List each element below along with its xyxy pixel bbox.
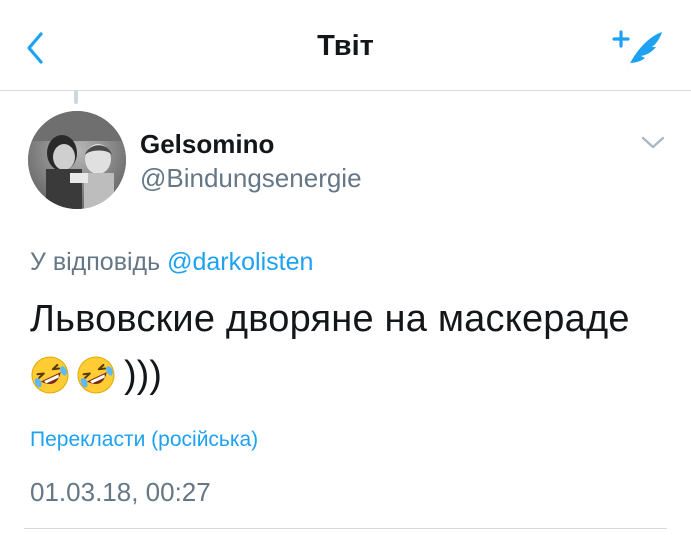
reply-mention-link[interactable]: @darkolisten [167,248,313,276]
reply-prefix: У відповідь [30,248,161,276]
tweet-menu-button[interactable] [640,133,666,153]
rolling-on-floor-laughing-emoji [77,356,115,394]
divider [24,528,667,529]
tweet-timestamp: 01.03.18, 00:27 [30,477,211,507]
back-button[interactable] [22,28,52,68]
page-title: Твіт [317,30,374,62]
rolling-on-floor-laughing-emoji [31,356,69,394]
chevron-left-icon [27,32,43,64]
author-display-name[interactable]: Gelsomino [140,129,274,160]
translate-tweet-link[interactable]: Перекласти (російська) [30,428,258,452]
chevron-down-icon [641,136,665,149]
thread-connector-line [74,90,78,104]
avatar[interactable] [28,111,126,209]
navigation-bar: Твіт [0,0,691,91]
avatar-photo [28,111,126,209]
emoji-suffix-text: ))) [124,353,162,396]
reply-context: У відповідь @darkolisten [30,248,313,277]
tweet-emoji-line: ))) [30,353,162,397]
compose-feather-icon [612,30,662,72]
tweet-text: Львовские дворяне на маскераде [30,298,630,340]
compose-tweet-button[interactable] [612,28,666,74]
author-handle[interactable]: @Bindungsenergie [140,163,362,194]
